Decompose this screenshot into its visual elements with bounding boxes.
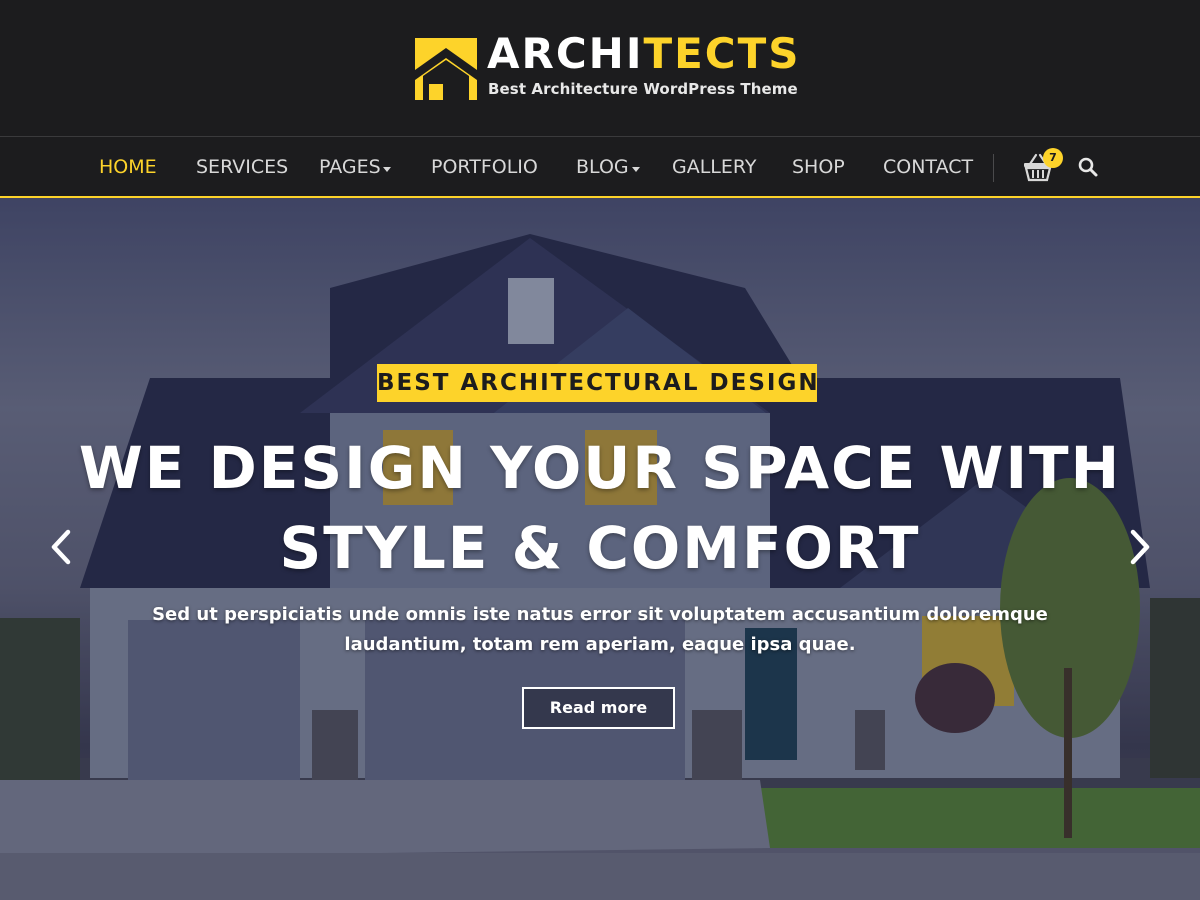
nav-item-contact[interactable]: CONTACT bbox=[883, 154, 973, 180]
read-more-button[interactable]: Read more bbox=[522, 687, 675, 729]
search-icon[interactable] bbox=[1077, 156, 1099, 178]
chevron-left-icon[interactable] bbox=[46, 526, 76, 568]
house-icon bbox=[415, 38, 477, 100]
hero-badge: BEST ARCHITECTURAL DESIGN bbox=[377, 364, 818, 402]
hero-headline-line1: WE DESIGN YOUR SPACE WITH bbox=[78, 434, 1122, 502]
pages-caret-down-icon bbox=[383, 167, 391, 172]
site-title-part1: ARCHI bbox=[487, 29, 644, 78]
hero-subtext: Sed ut perspiciatis unde omnis iste natu… bbox=[152, 604, 1048, 655]
chevron-right-icon[interactable] bbox=[1125, 526, 1155, 568]
site-logo[interactable]: ARCHITECTS Best Architecture WordPress T… bbox=[415, 32, 799, 102]
site-title: ARCHITECTS bbox=[487, 32, 801, 76]
nav-item-gallery[interactable]: GALLERY bbox=[672, 154, 757, 180]
site-title-part2: TECTS bbox=[643, 29, 801, 78]
site-header: ARCHITECTS Best Architecture WordPress T… bbox=[0, 0, 1200, 136]
nav-item-services[interactable]: SERVICES bbox=[196, 154, 288, 180]
nav-item-portfolio[interactable]: PORTFOLIO bbox=[431, 154, 538, 180]
nav-item-shop[interactable]: SHOP bbox=[792, 154, 845, 180]
hero-headline: WE DESIGN YOUR SPACE WITH STYLE & COMFOR… bbox=[60, 428, 1140, 588]
nav-item-blog[interactable]: BLOG bbox=[576, 154, 629, 180]
nav-item-blog-label: BLOG bbox=[576, 156, 629, 178]
site-tagline: Best Architecture WordPress Theme bbox=[488, 80, 798, 98]
nav-item-home[interactable]: HOME bbox=[99, 154, 157, 180]
nav-item-pages[interactable]: PAGES bbox=[319, 154, 381, 180]
blog-caret-down-icon bbox=[632, 167, 640, 172]
nav-item-pages-label: PAGES bbox=[319, 156, 381, 178]
hero-headline-line2: STYLE & COMFORT bbox=[279, 514, 921, 582]
nav-divider bbox=[993, 154, 994, 182]
cart-count-badge: 7 bbox=[1043, 148, 1063, 168]
